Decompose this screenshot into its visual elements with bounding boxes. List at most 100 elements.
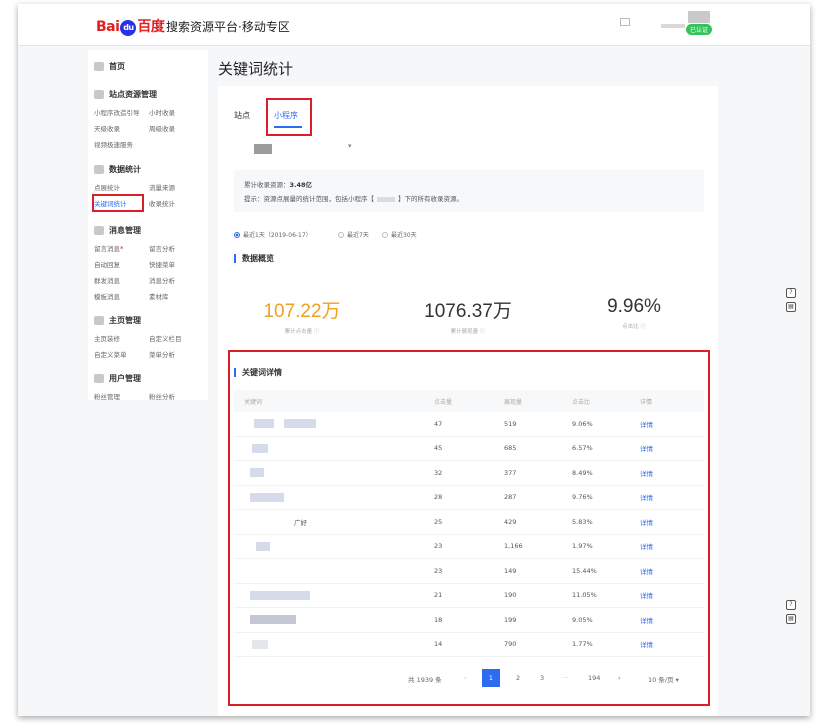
table-row: 28 287 9.76% 详情 xyxy=(234,486,704,510)
radio-week[interactable]: 最近7天 xyxy=(338,230,369,239)
help-icon[interactable]: ? xyxy=(786,600,796,610)
sidebar-item-impressions[interactable]: 点展统计 xyxy=(94,182,149,192)
table-row: 47 519 9.06% 详情 xyxy=(234,412,704,437)
table-row: 14 790 1.77% 详情 xyxy=(234,633,704,657)
detail-link[interactable]: 详情 xyxy=(640,590,690,600)
sidebar-item-weekly[interactable]: 周级收录 xyxy=(149,123,204,133)
table-row: 32 377 8.49% 详情 xyxy=(234,461,704,486)
paw-icon: du xyxy=(120,20,137,36)
help-icon[interactable]: ? xyxy=(786,288,796,298)
nav-home[interactable]: 首页 xyxy=(94,60,125,72)
sidebar-item-materials[interactable]: 素材库 xyxy=(149,291,204,301)
nav-group-homepage: 主页管理 主页装修 自定义栏目 自定义菜单 菜单分析 xyxy=(94,314,204,359)
detail-link[interactable]: 详情 xyxy=(640,517,690,527)
keywords-table: 关键词 点击量 展现量 点击比 详情 47 519 9.06% 详情 45 685 6.5… xyxy=(234,390,704,657)
pagination-ellipsis[interactable]: ··· xyxy=(562,674,568,682)
sidebar-item-auto-reply[interactable]: 自动回复 xyxy=(94,259,149,269)
top-header: Bai du 百度 搜索资源平台·移动专区 已认证 xyxy=(18,4,810,46)
baidu-logo[interactable]: Bai du 百度 xyxy=(96,16,165,36)
scope-tip: 提示：资源点展量的统计范围，包括小程序【 】下的所有收录资源。 xyxy=(244,195,463,203)
page-title: 关键词统计 xyxy=(218,60,294,78)
sidebar-item-fans[interactable]: 粉丝管理 xyxy=(94,391,149,401)
sidebar: 首页 站点资源管理 小程序改造引导 小时收录 天级收录 周级收录 视频极速服务 … xyxy=(88,50,208,401)
info-box: 累计收录资源：3.48亿 提示：资源点展量的统计范围，包括小程序【 】下的所有收录… xyxy=(234,170,704,212)
message-icon xyxy=(94,225,104,235)
highlight-box-tab xyxy=(266,98,312,136)
sidebar-item-mini-guide[interactable]: 小程序改造引导 xyxy=(94,107,149,117)
table-row: 21 190 11.05% 详情 xyxy=(234,584,704,608)
detail-link[interactable]: 详情 xyxy=(640,468,690,478)
table-header: 关键词 点击量 展现量 点击比 详情 xyxy=(234,390,704,412)
mail-icon[interactable] xyxy=(620,18,630,26)
page-size-select[interactable]: 10 条/页 ▾ xyxy=(648,674,679,684)
app-window: Bai du 百度 搜索资源平台·移动专区 已认证 首页 站点资源管理 小程序改造引… xyxy=(18,4,810,716)
logo-divider xyxy=(159,20,160,32)
nav-group-messages: 消息管理 留言消息* 留言分析 自动回复 快捷菜单 群发消息 消息分析 模板消息… xyxy=(94,224,204,301)
table-row: 广好 25 429 5.83% 详情 xyxy=(234,510,704,535)
sidebar-item-video[interactable]: 视频极速服务 xyxy=(94,139,149,149)
sidebar-item-hourly[interactable]: 小时收录 xyxy=(149,107,204,117)
sidebar-item-comment-analysis[interactable]: 留言分析 xyxy=(149,243,204,253)
detail-link[interactable]: 详情 xyxy=(640,566,690,576)
sidebar-item-msg-analysis[interactable]: 消息分析 xyxy=(149,275,204,285)
table-row: 45 685 6.57% 详情 xyxy=(234,437,704,461)
table-row: 23 149 15.44% 详情 xyxy=(234,559,704,584)
prev-page-button[interactable]: ‹ xyxy=(464,674,467,682)
verified-badge: 已认证 xyxy=(686,24,713,35)
stat-clicks: 107.22万 累计点击量 ⓘ xyxy=(263,301,341,335)
page-3-button[interactable]: 3 xyxy=(540,674,544,682)
sidebar-item-quick-menu[interactable]: 快捷菜单 xyxy=(149,259,204,269)
redacted-name xyxy=(377,196,395,202)
feedback-icon[interactable]: ▤ xyxy=(786,614,796,624)
sidebar-item-daily[interactable]: 天级收录 xyxy=(94,123,149,133)
page-2-button[interactable]: 2 xyxy=(516,674,520,682)
highlight-box-keywords xyxy=(92,194,144,212)
mini-program-selector[interactable] xyxy=(254,144,272,154)
radio-day[interactable]: 最近1天（2019-06-17） xyxy=(234,230,312,239)
unread-dot: * xyxy=(120,245,124,253)
sidebar-item-template[interactable]: 模板消息 xyxy=(94,291,149,301)
username[interactable] xyxy=(661,24,685,28)
detail-link[interactable]: 详情 xyxy=(640,639,690,649)
stat-views: 1076.37万 累计展现量 ⓘ xyxy=(424,301,512,335)
keywords-title: 关键词详情 xyxy=(234,368,282,377)
avatar[interactable] xyxy=(688,11,710,23)
detail-link[interactable]: 详情 xyxy=(640,443,690,453)
sidebar-item-custom-column[interactable]: 自定义栏目 xyxy=(149,333,204,343)
site-icon xyxy=(94,89,104,99)
content-panel: 站点 小程序 ▾ 累计收录资源：3.48亿 提示：资源点展量的统计范围，包括小程… xyxy=(218,86,718,716)
sidebar-item-fan-analysis[interactable]: 粉丝分析 xyxy=(149,391,204,401)
last-page-button[interactable]: 194 xyxy=(588,674,600,682)
platform-name: 搜索资源平台·移动专区 xyxy=(166,20,290,34)
sidebar-item-broadcast[interactable]: 群发消息 xyxy=(94,275,149,285)
chevron-down-icon[interactable]: ▾ xyxy=(348,142,352,150)
tab-site[interactable]: 站点 xyxy=(234,110,250,121)
stat-ratio: 9.96% 点击比 ⓘ xyxy=(607,296,661,330)
float-tools-top: ? ▤ xyxy=(786,288,796,316)
table-row: 23 1,166 1.97% 详情 xyxy=(234,535,704,559)
float-tools-bottom: ? ▤ xyxy=(786,600,796,628)
sidebar-item-traffic[interactable]: 流量来源 xyxy=(149,182,204,192)
nav-group-users: 用户管理 粉丝管理 粉丝分析 xyxy=(94,372,204,401)
nav-group-site: 站点资源管理 小程序改造引导 小时收录 天级收录 周级收录 视频极速服务 xyxy=(94,88,204,149)
sidebar-item-custom-menu[interactable]: 自定义菜单 xyxy=(94,349,149,359)
table-row: 18 199 9.05% 详情 xyxy=(234,608,704,633)
feedback-icon[interactable]: ▤ xyxy=(786,302,796,312)
radio-month[interactable]: 最近30天 xyxy=(382,230,417,239)
total-count: 共 1939 条 xyxy=(408,676,442,684)
detail-link[interactable]: 详情 xyxy=(640,492,690,502)
overview-title: 数据概览 xyxy=(234,254,274,263)
next-page-button[interactable]: › xyxy=(618,674,621,682)
total-index: 累计收录资源：3.48亿 xyxy=(244,181,313,189)
detail-link[interactable]: 详情 xyxy=(640,615,690,625)
sidebar-item-index[interactable]: 收录统计 xyxy=(149,198,204,208)
sidebar-item-decorate[interactable]: 主页装修 xyxy=(94,333,149,343)
detail-link[interactable]: 详情 xyxy=(640,419,690,429)
homepage-icon xyxy=(94,315,104,325)
chart-icon xyxy=(94,164,104,174)
detail-link[interactable]: 详情 xyxy=(640,541,690,551)
sidebar-item-menu-analysis[interactable]: 菜单分析 xyxy=(149,349,204,359)
page-1-button[interactable]: 1 xyxy=(482,669,500,687)
sidebar-item-comments[interactable]: 留言消息* xyxy=(94,243,149,253)
user-icon xyxy=(94,373,104,383)
